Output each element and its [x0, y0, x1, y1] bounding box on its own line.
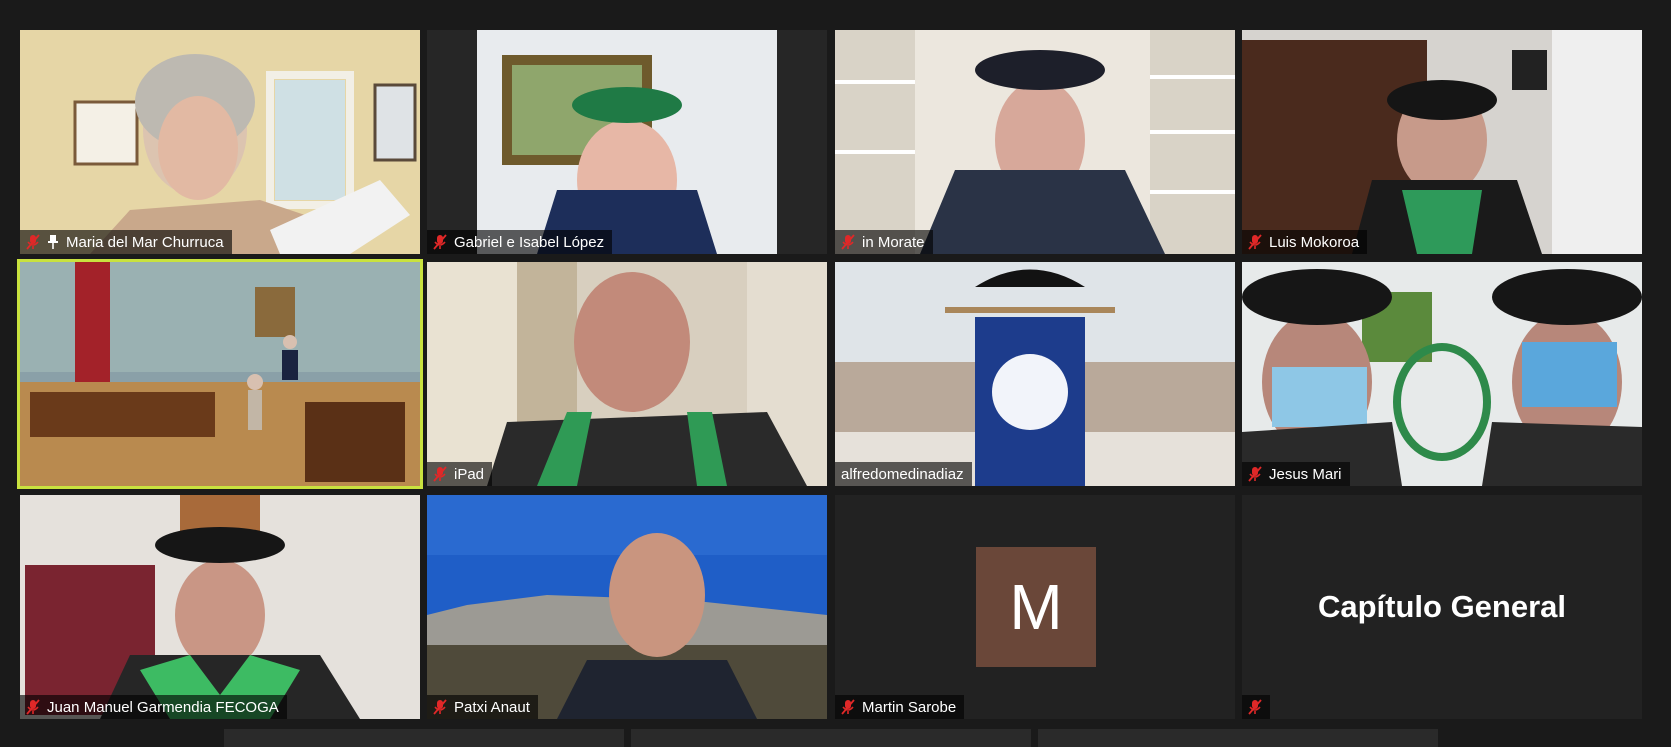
nameplate: Luis Mokoroa [1242, 230, 1368, 254]
nameplate: iPad [427, 462, 493, 486]
nameplate: Maria del Mar Churruca [20, 230, 232, 254]
video-tile-jesus-mari[interactable]: Jesus Mari [1242, 262, 1642, 486]
video-tile-patxi[interactable]: Patxi Anaut [427, 495, 827, 719]
participant-name: Martin Sarobe [862, 698, 957, 716]
nameplate: Martin Sarobe [835, 695, 965, 719]
next-row-tile [1038, 729, 1438, 747]
participant-video [1242, 262, 1642, 486]
mic-muted-icon[interactable] [841, 234, 855, 250]
mic-muted-icon[interactable] [433, 699, 447, 715]
nameplate: Patxi Anaut [427, 695, 538, 719]
nameplate: Jesus Mari [1242, 462, 1350, 486]
participant-name: iPad [454, 465, 485, 483]
participant-video [427, 495, 827, 719]
video-tile-ipad[interactable]: iPad [427, 262, 827, 486]
participant-video [20, 262, 420, 486]
participant-name: Gabriel e Isabel López [454, 233, 605, 251]
participant-video [427, 262, 827, 486]
video-tile-capitulo[interactable]: Capítulo General [1242, 495, 1642, 719]
video-tile-alfredo[interactable]: alfredomedinadiaz [835, 262, 1235, 486]
participant-video [427, 30, 827, 254]
video-tile-council-room[interactable] [17, 259, 423, 489]
mic-muted-icon[interactable] [1248, 466, 1262, 482]
participant-video [20, 495, 420, 719]
participant-video [20, 30, 420, 254]
mic-muted-icon[interactable] [1248, 699, 1262, 715]
video-tile-mokoroa[interactable]: Luis Mokoroa [1242, 30, 1642, 254]
nameplate: alfredomedinadiaz [835, 462, 972, 486]
participant-video [1242, 30, 1642, 254]
video-tile-garmendia[interactable]: Juan Manuel Garmendia FECOGA [20, 495, 420, 719]
nameplate [1242, 695, 1270, 719]
participant-name: Patxi Anaut [454, 698, 530, 716]
nameplate [20, 462, 34, 486]
video-tile-martin[interactable]: M Martin Sarobe [835, 495, 1235, 719]
participant-name: Luis Mokoroa [1269, 233, 1360, 251]
participant-video [835, 262, 1235, 486]
next-row-tile [224, 729, 624, 747]
participant-name: Maria del Mar Churruca [66, 233, 224, 251]
pin-icon [48, 235, 58, 249]
nameplate: Gabriel e Isabel López [427, 230, 613, 254]
display-name-text: Capítulo General [1317, 589, 1567, 624]
participant-name: Juan Manuel Garmendia FECOGA [47, 698, 279, 716]
mic-muted-icon[interactable] [433, 234, 447, 250]
nameplate: in Morate [835, 230, 933, 254]
participant-name: alfredomedinadiaz [841, 465, 964, 483]
mic-muted-icon[interactable] [841, 699, 855, 715]
avatar: M [976, 547, 1096, 667]
participant-name: Jesus Mari [1269, 465, 1342, 483]
mic-muted-icon[interactable] [26, 699, 40, 715]
mic-muted-icon[interactable] [433, 466, 447, 482]
participant-video [835, 30, 1235, 254]
video-tile-morate[interactable]: in Morate [835, 30, 1235, 254]
mic-muted-icon[interactable] [1248, 234, 1262, 250]
nameplate: Juan Manuel Garmendia FECOGA [20, 695, 287, 719]
participant-name: in Morate [862, 233, 925, 251]
video-tile-maria[interactable]: Maria del Mar Churruca [20, 30, 420, 254]
video-tile-gabriel[interactable]: Gabriel e Isabel López [427, 30, 827, 254]
mic-muted-icon[interactable] [26, 234, 40, 250]
next-row-tile [631, 729, 1031, 747]
